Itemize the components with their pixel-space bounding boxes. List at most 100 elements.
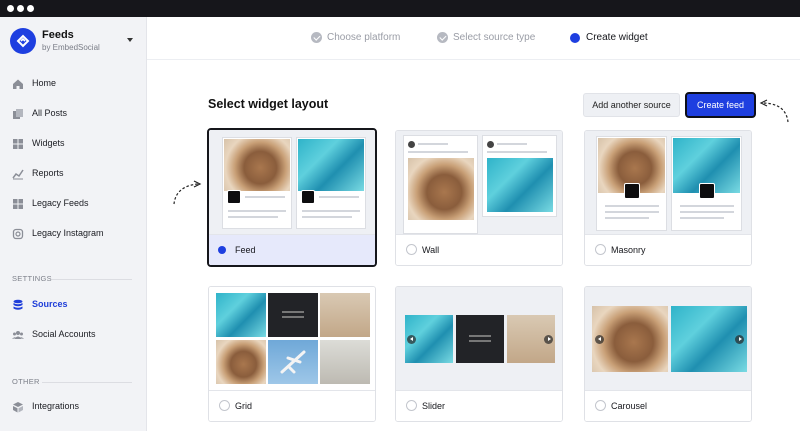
layout-label: Masonry (611, 245, 646, 255)
step-label: Choose platform (327, 32, 401, 43)
workspace-switcher[interactable]: Feeds by EmbedSocial (10, 28, 137, 56)
layout-card-masonry[interactable]: Masonry (584, 130, 752, 266)
dashed-arrow-icon (173, 180, 202, 205)
layout-label: Grid (235, 401, 253, 411)
sidebar-item-label: Home (32, 78, 57, 88)
layout-radio[interactable] (406, 400, 417, 411)
airplane-icon (280, 350, 306, 374)
widgets-icon (13, 139, 23, 149)
preview-post (222, 137, 292, 229)
preview-avatar (227, 190, 241, 204)
step-label: Select source type (453, 32, 536, 43)
posts-icon (13, 109, 23, 119)
preview-image (487, 158, 553, 212)
layout-card-slider[interactable]: Slider (395, 286, 563, 422)
window-dot[interactable] (17, 5, 24, 12)
layout-card-footer: Masonry (585, 234, 751, 265)
slider-prev-icon (407, 335, 416, 344)
sidebar-item-all-posts[interactable]: All Posts (0, 102, 147, 126)
preview-post (403, 135, 478, 234)
preview-image (320, 340, 370, 384)
check-icon (437, 32, 448, 43)
window-dot[interactable] (27, 5, 34, 12)
carousel-next-icon (735, 335, 744, 344)
sidebar-item-legacy-instagram[interactable]: Legacy Instagram (0, 222, 147, 246)
layout-preview (396, 131, 562, 236)
layout-card-wall[interactable]: Wall (395, 130, 563, 266)
preview-image (320, 293, 370, 337)
sidebar-item-sources[interactable]: Sources (0, 293, 147, 317)
sidebar: Feeds by EmbedSocial Home All Posts Widg… (0, 17, 147, 431)
layout-card-footer: Feed (209, 234, 375, 265)
check-icon (311, 32, 322, 43)
current-step-dot-icon (570, 33, 580, 43)
preview-image (216, 340, 266, 384)
layout-card-carousel[interactable]: Carousel (584, 286, 752, 422)
layout-card-footer: Slider (396, 390, 562, 421)
sidebar-item-label: Social Accounts (32, 329, 96, 339)
brand-title: Feeds (42, 29, 74, 41)
sidebar-item-label: Sources (32, 299, 68, 309)
sidebar-item-widgets[interactable]: Widgets (0, 132, 147, 156)
sidebar-item-integrations[interactable]: Integrations (0, 395, 147, 419)
sidebar-item-reports[interactable]: Reports (0, 162, 147, 186)
legacy-feeds-icon (13, 199, 23, 209)
add-another-source-button[interactable]: Add another source (583, 93, 680, 117)
sidebar-item-social-accounts[interactable]: Social Accounts (0, 323, 147, 347)
home-icon (13, 79, 23, 89)
layout-preview (209, 287, 375, 392)
layout-preview (209, 130, 375, 236)
preview-avatar (699, 183, 715, 199)
layout-radio[interactable] (595, 400, 606, 411)
sidebar-item-label: Reports (32, 168, 64, 178)
instagram-icon (12, 228, 24, 240)
window-dot[interactable] (7, 5, 14, 12)
layout-label: Feed (235, 245, 256, 255)
layout-preview (585, 287, 751, 392)
layout-card-footer: Grid (209, 390, 375, 421)
embedsocial-logo-icon (10, 28, 36, 54)
layout-radio[interactable] (219, 400, 230, 411)
page-title: Select widget layout (208, 97, 329, 111)
layout-card-footer: Carousel (585, 390, 751, 421)
sidebar-item-label: Legacy Feeds (32, 198, 89, 208)
slider-next-icon (544, 335, 553, 344)
layout-card-footer: Wall (396, 234, 562, 265)
section-divider (52, 279, 132, 280)
step-label: Create widget (586, 32, 648, 43)
layout-label: Slider (422, 401, 446, 411)
brand-subtitle: by EmbedSocial (42, 43, 100, 52)
preview-image (224, 139, 290, 191)
layout-card-feed[interactable]: Feed (207, 128, 377, 267)
dashed-arrow-icon (759, 99, 789, 123)
layout-radio[interactable] (406, 244, 417, 255)
preview-post (671, 136, 742, 231)
sidebar-item-label: Legacy Instagram (32, 228, 104, 238)
carousel-prev-icon (595, 335, 604, 344)
preview-post (482, 135, 557, 217)
layout-radio[interactable] (218, 246, 226, 254)
preview-image (408, 158, 474, 220)
preview-image (456, 315, 504, 363)
preview-image (298, 139, 364, 191)
other-section-label: OTHER (12, 377, 40, 386)
preview-image (216, 293, 266, 337)
layout-preview (396, 287, 562, 392)
layout-card-grid[interactable]: Grid (208, 286, 376, 422)
preview-image (268, 293, 318, 337)
users-icon (12, 331, 24, 339)
sidebar-item-home[interactable]: Home (0, 72, 147, 96)
sidebar-item-legacy-feeds[interactable]: Legacy Feeds (0, 192, 147, 216)
preview-avatar (624, 183, 640, 199)
chevron-down-icon[interactable] (127, 38, 133, 42)
layout-preview (585, 131, 751, 236)
sidebar-item-label: Integrations (32, 401, 80, 411)
settings-section-label: SETTINGS (12, 274, 52, 283)
window-titlebar (0, 0, 800, 17)
layout-radio[interactable] (595, 244, 606, 255)
create-feed-button[interactable]: Create feed (685, 92, 756, 118)
sidebar-item-label: Widgets (32, 138, 65, 148)
preview-post (596, 136, 667, 231)
stepper-bar: Choose platform Select source type Creat… (147, 17, 800, 60)
sources-icon (13, 299, 23, 310)
